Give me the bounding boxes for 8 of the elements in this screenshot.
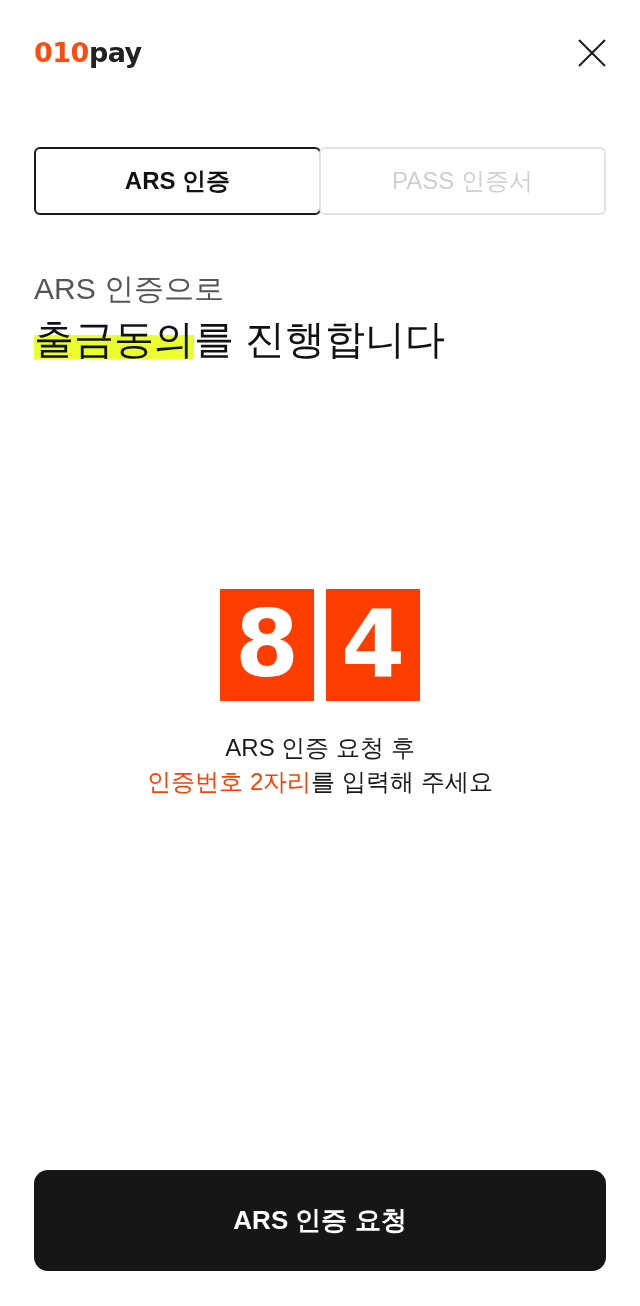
code-digit: 4 bbox=[326, 589, 420, 701]
instruction-text: ARS 인증 요청 후 인증번호 2자리를 입력해 주세요 bbox=[146, 733, 494, 797]
tab[interactable]: ARS 인증 bbox=[34, 147, 321, 215]
ars-request-button[interactable]: ARS 인증 요청 bbox=[34, 1170, 606, 1271]
logo: 010pay bbox=[34, 38, 142, 68]
subtitle: ARS 인증으로 bbox=[34, 271, 226, 307]
close-icon[interactable] bbox=[578, 39, 606, 67]
code-digit: 8 bbox=[220, 589, 314, 701]
